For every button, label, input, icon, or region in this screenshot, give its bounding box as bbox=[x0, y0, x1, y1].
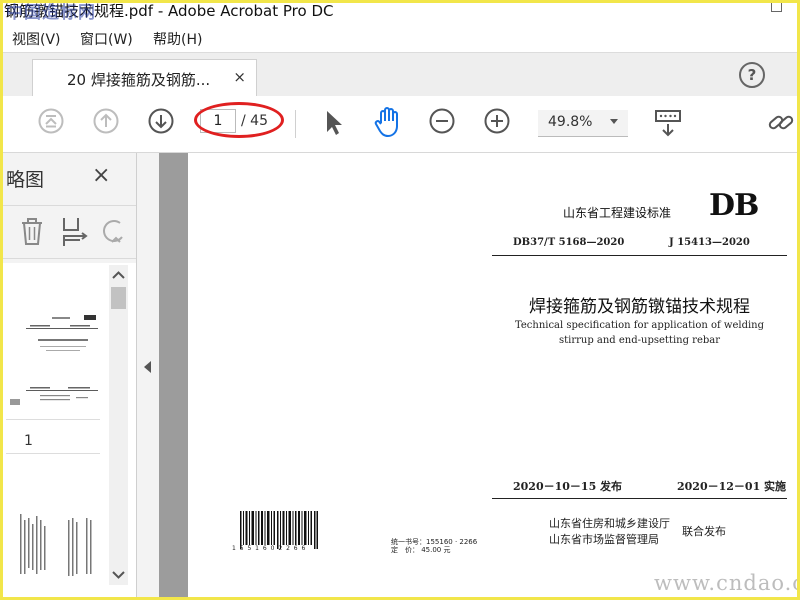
tab-document[interactable]: 20 焊接箍筋及钢筋... × bbox=[32, 59, 257, 98]
undo-rotate-icon[interactable] bbox=[102, 218, 124, 246]
issue-date: 2020－10－15 发布 bbox=[513, 480, 623, 493]
menu-bar: 视图(V) 窗口(W) 帮助(H) bbox=[0, 26, 800, 52]
toolbar-divider bbox=[295, 110, 296, 138]
thumbnail-preview-vertical bbox=[20, 514, 92, 576]
tab-document-label: 20 焊接箍筋及钢筋... bbox=[67, 71, 211, 89]
insert-page-icon[interactable] bbox=[60, 216, 90, 248]
title-bar: 钢筋镦锚技术规程.pdf - Adobe Acrobat Pro DC 中国造标… bbox=[0, 0, 800, 26]
barcode-icon bbox=[240, 511, 318, 549]
implement-date: 2020－12－01 实施 bbox=[677, 480, 787, 493]
thumbnails-panel: 略图 × 1 bbox=[0, 153, 137, 600]
tab-bar: 20 焊接箍筋及钢筋... × ? bbox=[0, 52, 800, 98]
menu-window[interactable]: 窗口(W) bbox=[80, 29, 133, 49]
watermark-text: www.cndao.com bbox=[654, 571, 800, 595]
scrollbar-thumb[interactable] bbox=[111, 287, 126, 309]
panel-splitter[interactable] bbox=[137, 153, 159, 600]
trash-icon[interactable] bbox=[20, 218, 44, 246]
help-icon[interactable]: ? bbox=[739, 62, 765, 88]
restore-icon[interactable] bbox=[771, 2, 782, 12]
db-logo: DB bbox=[709, 188, 759, 223]
joint-issue: 联合发布 bbox=[682, 525, 726, 538]
thumbnail-scrollbar[interactable] bbox=[109, 265, 128, 585]
zoom-out-icon[interactable] bbox=[429, 108, 455, 134]
thumbnail-page-1[interactable] bbox=[6, 299, 100, 420]
viewer-background bbox=[159, 153, 188, 600]
document-title-en-line1: Technical specification for application … bbox=[514, 320, 765, 331]
thumbnail-page-number: 1 bbox=[24, 433, 33, 449]
zoom-in-icon[interactable] bbox=[484, 108, 510, 134]
document-title-cn: 焊接箍筋及钢筋镦锚技术规程 bbox=[529, 297, 750, 317]
standard-type: 山东省工程建设标准 bbox=[563, 206, 672, 220]
publisher-2: 山东省市场监督管理局 bbox=[549, 533, 659, 546]
close-panel-icon[interactable]: × bbox=[92, 163, 110, 188]
collapse-panel-icon[interactable] bbox=[144, 361, 151, 373]
price: 定 价： 45.00 元 bbox=[391, 546, 451, 554]
highlight-annotation bbox=[194, 102, 284, 138]
first-page-icon[interactable] bbox=[38, 108, 64, 134]
panel-toolbar bbox=[0, 205, 136, 259]
scroll-up-icon[interactable] bbox=[112, 271, 125, 279]
scroll-down-icon[interactable] bbox=[112, 571, 125, 579]
watermark-overlay: 中国造标网 bbox=[6, 3, 96, 23]
thumbnail-page-2[interactable] bbox=[6, 453, 100, 599]
close-tab-icon[interactable]: × bbox=[233, 68, 246, 86]
zoom-value: 49.8% bbox=[548, 114, 593, 130]
footer-rule bbox=[492, 498, 787, 499]
barcode-digits: 1 5 5 1 6 0 2 2 6 6 bbox=[232, 545, 307, 552]
document-page[interactable]: 山东省工程建设标准 DB DB37/T 5168—2020 J 15413—20… bbox=[188, 153, 800, 600]
previous-page-icon[interactable] bbox=[93, 108, 119, 134]
zoom-dropdown[interactable]: 49.8% bbox=[538, 110, 628, 137]
publisher-1: 山东省住房和城乡建设厅 bbox=[549, 517, 670, 530]
thumbnail-preview bbox=[10, 315, 98, 405]
next-page-icon[interactable] bbox=[148, 108, 174, 134]
select-cursor-icon[interactable] bbox=[322, 109, 344, 137]
toolbar: / 45 49.8% bbox=[0, 96, 800, 153]
chevron-down-icon bbox=[610, 119, 618, 124]
document-title-en-line2: stirrup and end-upsetting rebar bbox=[558, 335, 721, 346]
menu-help[interactable]: 帮助(H) bbox=[153, 29, 202, 49]
menu-view[interactable]: 视图(V) bbox=[12, 29, 61, 49]
panel-title: 略图 bbox=[6, 169, 45, 191]
link-icon[interactable] bbox=[767, 110, 797, 136]
keyboard-scroll-icon[interactable] bbox=[654, 108, 682, 138]
thumbnail-list: 1 bbox=[0, 263, 136, 600]
hand-tool-icon[interactable] bbox=[373, 106, 403, 138]
standard-code: DB37/T 5168—2020 bbox=[513, 237, 625, 248]
header-rule bbox=[492, 255, 787, 256]
record-code: J 15413—2020 bbox=[669, 237, 750, 248]
